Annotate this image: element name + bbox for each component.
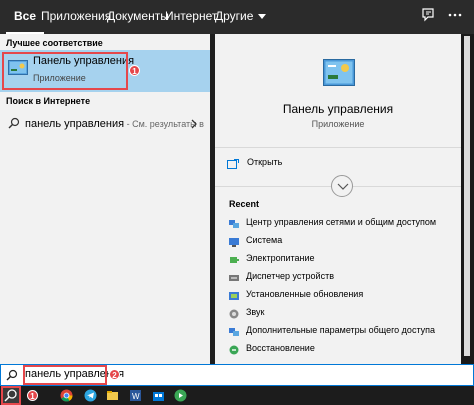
expand-button[interactable] [331,175,353,197]
recent-item-label: Звук [246,307,265,317]
feedback-icon[interactable] [420,7,440,27]
scrollbar[interactable] [461,34,474,364]
web-term-text: панель управления [25,118,125,130]
word-icon[interactable]: W [129,389,142,402]
annotation-badge: 1 [129,65,140,76]
recent-item-label: Электропитание [246,253,315,263]
recent-header: Recent [229,199,260,209]
chevron-down-icon [258,14,267,20]
power-icon [229,254,239,264]
taskbar: 1 W [0,386,474,405]
open-label: Открыть [247,157,283,167]
recent-item-label: Центр управления сетями и общим доступом [246,217,437,227]
chevron-right-icon [190,118,198,129]
search-box[interactable]: панель управления 2 [0,364,474,386]
recent-item-label: Восстановление [246,343,315,353]
recovery-icon [229,344,239,355]
preview-pane: Панель управления Приложение Открыть Rec… [215,34,461,364]
best-match-header: Лучшее соответствие [6,38,103,48]
search-icon [6,369,18,381]
device-manager-icon [229,272,239,282]
app-subtitle: Приложение [311,119,365,129]
search-icon [8,117,20,129]
system-icon [229,236,239,247]
media-icon[interactable] [174,389,187,402]
tab-more-label: Другие [215,9,254,23]
search-tab-bar: Все Приложения Документы Интернет Другие [0,0,474,34]
recent-item-label: Установленные обновления [246,289,364,299]
explorer-icon[interactable] [106,389,119,402]
results-list: Лучшее соответствие Панель управления Пр… [0,34,210,364]
sharing-icon [229,326,239,336]
chevron-down-icon [337,183,349,190]
annotation-badge: 1 [27,390,38,401]
web-search-result[interactable]: панель управления - См. результаты в [0,110,210,138]
updates-icon [229,290,239,300]
web-search-term: панель управления - См. результаты в [25,118,204,130]
network-icon [229,218,239,228]
annotation-outline [2,52,128,90]
divider [215,147,461,148]
recent-item-label: Дополнительные параметры общего доступа [246,325,436,335]
recent-item-label: Диспетчер устройств [246,271,334,281]
more-options-icon[interactable] [447,7,467,27]
svg-text:W: W [132,392,140,401]
open-icon [227,158,239,169]
control-panel-large-icon [323,59,355,87]
best-match-item[interactable]: Панель управления Приложение 1 [0,50,210,92]
app-title: Панель управления [282,102,394,116]
recent-item-label: Система [246,235,283,245]
telegram-icon[interactable] [84,389,97,402]
tab-more[interactable]: Другие [207,0,274,34]
annotation-outline [23,365,107,385]
annotation-badge: 2 [109,369,120,380]
store-icon[interactable] [152,389,165,402]
sound-icon [229,308,239,319]
chrome-icon[interactable] [60,389,73,402]
scrollbar-thumb[interactable] [464,36,470,356]
web-search-header: Поиск в Интернете [6,96,91,106]
annotation-outline [1,386,21,405]
